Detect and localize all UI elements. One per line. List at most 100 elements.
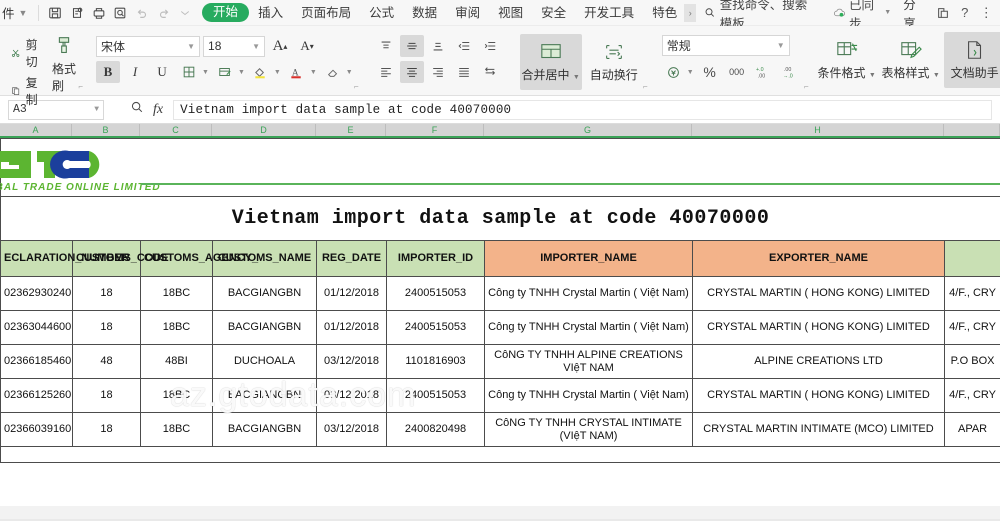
alignment-dialog-launcher[interactable]: ⌐ — [643, 82, 648, 91]
clear-format-button[interactable] — [321, 61, 345, 83]
cell-importer-id[interactable]: 2400515053 — [386, 310, 485, 345]
cell-declaration-number[interactable]: 02363044600 — [0, 310, 73, 345]
table-row[interactable]: 02366125260 18 18BC BACGIANGBN 03/12/201… — [0, 378, 1000, 413]
currency-format-button[interactable] — [662, 61, 686, 83]
customize-quick-access-icon[interactable] — [174, 2, 196, 24]
column-header-c[interactable]: C — [140, 124, 212, 136]
cell-declaration-number[interactable]: 02362930240 — [0, 276, 73, 311]
cell-reg-date[interactable]: 03/12/2018 — [316, 378, 387, 413]
cell-customs-name[interactable]: BACGIANGBN — [212, 412, 317, 447]
decrease-indent-button[interactable] — [452, 35, 476, 57]
doc-assistant-button[interactable]: 文档助手 — [943, 32, 1000, 88]
tab-insert[interactable]: 插入 — [249, 2, 292, 24]
tabs-overflow-icon[interactable]: › — [684, 3, 697, 22]
tab-view[interactable]: 视图 — [489, 2, 532, 24]
cell-importer-name[interactable]: Công ty TNHH Crystal Martin ( Việt Nam) — [484, 378, 693, 413]
tab-featured[interactable]: 特色 — [643, 2, 686, 24]
column-header-b[interactable]: B — [72, 124, 140, 136]
column-header-d[interactable]: D — [212, 124, 316, 136]
cell-customs-agency[interactable]: 18BC — [140, 378, 213, 413]
cell-customs-agency[interactable]: 18BC — [140, 276, 213, 311]
number-dialog-launcher[interactable]: ⌐ — [804, 82, 809, 91]
clipboard-dialog-launcher[interactable]: ⌐ — [78, 82, 83, 91]
font-color-button[interactable]: A — [285, 61, 309, 83]
decrease-decimal-button[interactable]: .00 →.0 — [779, 61, 803, 83]
help-icon[interactable]: ? — [955, 2, 975, 24]
chevron-down-icon[interactable]: ▼ — [310, 69, 317, 76]
bold-button[interactable]: B — [96, 61, 121, 83]
cell-declaration-number[interactable]: 02366125260 — [0, 378, 73, 413]
chevron-down-icon[interactable]: ▼ — [687, 69, 694, 76]
sheet-title-cell[interactable]: Vietnam import data sample at code 40070… — [0, 196, 1000, 241]
cell-customs-name[interactable]: DUCHOALA — [212, 344, 317, 379]
header-customs-code[interactable]: CUSTOMS_CODE — [72, 240, 169, 277]
table-row[interactable]: 02363044600 18 18BC BACGIANGBN 01/12/201… — [0, 310, 1000, 345]
cell-exporter-address[interactable]: 4/F., CRY — [943, 378, 1000, 413]
column-header-h[interactable]: H — [692, 124, 944, 136]
blank-cell[interactable] — [0, 446, 1000, 463]
cell-declaration-number[interactable]: 02366185460 — [0, 344, 73, 379]
decrease-font-size-button[interactable]: A ▾ — [295, 35, 319, 57]
merge-center-button[interactable]: 合并居中 ▼ — [519, 34, 582, 90]
tab-developer[interactable]: 开发工具 — [575, 2, 643, 24]
cell-declaration-number[interactable]: 02366039160 — [0, 412, 73, 447]
align-top-button[interactable] — [374, 35, 398, 57]
cell-customs-agency[interactable]: 18BC — [140, 412, 213, 447]
align-center-button[interactable] — [399, 61, 424, 83]
cell-customs-name[interactable]: BACGIANGBN — [212, 378, 317, 413]
more-options-icon[interactable]: ⋮ — [977, 2, 997, 24]
cell-importer-name[interactable]: CôNG TY TNHH ALPINE CREATIONS VIệT NAM — [484, 344, 693, 379]
header-customs-name[interactable]: CUSTOMS_NAME — [212, 240, 317, 277]
print-icon[interactable] — [88, 2, 110, 24]
cell-exporter-name[interactable]: CRYSTAL MARTIN INTIMATE (MCO) LIMITED — [692, 412, 945, 447]
cell-reg-date[interactable]: 03/12/2018 — [316, 344, 387, 379]
cell-customs-code[interactable]: 48 — [72, 344, 141, 379]
cell-exporter-address[interactable]: 4/F., CRY — [943, 310, 1000, 345]
tab-security[interactable]: 安全 — [532, 2, 575, 24]
table-row[interactable]: 02362930240 18 18BC BACGIANGBN 01/12/201… — [0, 276, 1000, 311]
table-row[interactable]: 02366185460 48 48BI DUCHOALA 03/12/2018 … — [0, 344, 1000, 379]
undo-icon[interactable] — [131, 2, 153, 24]
header-importer-id[interactable]: IMPORTER_ID — [386, 240, 485, 277]
column-header-g[interactable]: G — [484, 124, 692, 136]
cell-exporter-address[interactable]: P.O BOX — [943, 344, 1000, 379]
fx-icon[interactable]: fx — [153, 102, 163, 118]
font-size-combo[interactable]: 18 ▼ — [203, 35, 266, 57]
column-header-f[interactable]: F — [386, 124, 484, 136]
chevron-down-icon[interactable]: ▼ — [346, 69, 353, 76]
increase-decimal-button[interactable]: +.0 .00 — [752, 61, 776, 83]
number-format-combo[interactable]: 常规 ▼ — [661, 35, 790, 56]
chevron-down-icon[interactable]: ▼ — [202, 69, 209, 76]
cell-exporter-address[interactable]: 4/F., CRY — [943, 276, 1000, 311]
header-importer-name[interactable]: IMPORTER_NAME — [484, 240, 693, 277]
cell-importer-name[interactable]: Công ty TNHH Crystal Martin ( Việt Nam) — [484, 276, 693, 311]
cell-importer-id[interactable]: 1101816903 — [386, 344, 485, 379]
file-menu-button[interactable]: 件 ▼ — [0, 3, 33, 22]
redo-icon[interactable] — [153, 2, 175, 24]
header-reg-date[interactable]: REG_DATE — [316, 240, 387, 277]
cell-exporter-address[interactable]: APAR — [943, 412, 1000, 447]
cell-exporter-name[interactable]: CRYSTAL MARTIN ( HONG KONG) LIMITED — [692, 310, 945, 345]
cell-importer-id[interactable]: 2400820498 — [386, 412, 485, 447]
conditional-format-button[interactable]: 条件格式 ▼ — [816, 32, 878, 88]
underline-button[interactable]: U — [150, 61, 174, 83]
align-right-button[interactable] — [426, 61, 450, 83]
cell-importer-name[interactable]: Công ty TNHH Crystal Martin ( Việt Nam) — [484, 310, 693, 345]
cut-button[interactable]: 剪切 — [11, 36, 42, 70]
align-middle-button[interactable] — [399, 35, 424, 57]
header-exporter-name[interactable]: EXPORTER_NAME — [692, 240, 945, 277]
collaborate-icon[interactable] — [933, 2, 953, 24]
cell-style-button[interactable] — [213, 61, 237, 83]
cell-customs-name[interactable]: BACGIANGBN — [212, 310, 317, 345]
print-preview-icon[interactable] — [66, 2, 88, 24]
tab-formula[interactable]: 公式 — [360, 2, 403, 24]
chevron-down-icon[interactable]: ▼ — [238, 69, 245, 76]
cell-customs-code[interactable]: 18 — [72, 378, 141, 413]
column-header-a[interactable]: A — [0, 124, 72, 136]
cell-reg-date[interactable]: 01/12/2018 — [316, 310, 387, 345]
find-icon[interactable] — [109, 2, 131, 24]
increase-font-size-button[interactable]: A ▴ — [268, 35, 292, 57]
save-icon[interactable] — [44, 2, 66, 24]
percent-format-button[interactable]: % — [698, 61, 722, 83]
text-direction-button[interactable] — [478, 61, 502, 83]
